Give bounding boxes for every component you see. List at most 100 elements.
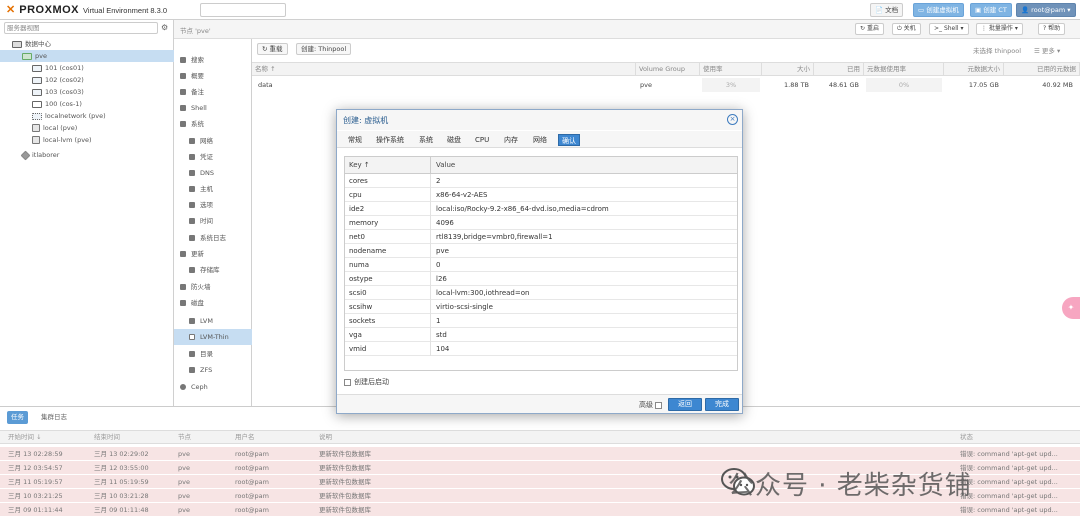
col-status[interactable]: 状态 [960,431,973,444]
table-row[interactable]: vga std [345,328,737,342]
col-meta-size[interactable]: 元数据大小 [944,63,1004,76]
help-button[interactable]: ? 帮助 [1038,23,1066,35]
table-row[interactable]: net0 rtl8139,bridge=vmbr0,firewall=1 [345,230,737,244]
tree-item-datacenter[interactable]: 数据中心 [0,38,174,50]
nav-repositories[interactable]: 存储库 [174,262,252,278]
tree-item-local-lvm[interactable]: local-lvm (pve) [0,134,174,146]
nav-lvm[interactable]: LVM [174,313,252,329]
advanced-toggle[interactable]: 高级 [639,400,665,410]
nav-network[interactable]: 网络 [174,133,252,149]
col-vg[interactable]: Volume Group [636,63,700,76]
col-user[interactable]: 用户名 [235,431,255,444]
nav-summary[interactable]: 概要 [174,68,252,84]
table-row[interactable]: memory 4096 [345,216,737,230]
nav-syslog[interactable]: 系统日志 [174,230,252,246]
reload-button[interactable]: ↻ 重载 [257,43,288,55]
task-row[interactable]: 三月 09 01:11:44 三月 09 01:11:48 pve root@p… [0,503,1080,517]
create-vm-button[interactable]: ▭ 创建虚拟机 [913,3,964,17]
nav-search[interactable]: 搜索 [174,52,252,68]
tab-general[interactable]: 常规 [345,134,365,146]
task-row[interactable]: 三月 13 02:28:59 三月 13 02:29:02 pve root@p… [0,447,1080,461]
col-description[interactable]: 说明 [319,431,332,444]
tree-item-vm-103[interactable]: 103 (cos03) [0,86,174,98]
shell-button[interactable]: >_ Shell ▾ [929,23,969,35]
create-ct-button[interactable]: ▣ 创建 CT [970,3,1012,17]
nav-ceph[interactable]: Ceph [174,379,252,395]
cell-meta-size: 17.05 GB [968,81,999,89]
col-start-time[interactable]: 开始时间 ↓ [8,431,42,444]
nav-zfs[interactable]: ZFS [174,362,252,378]
tab-cluster-log[interactable]: 集群日志 [37,411,71,424]
tree-item-tag-itlaborer[interactable]: itlaborer [0,149,174,161]
table-row[interactable]: cpu x86-64-v2-AES [345,188,737,202]
table-row[interactable]: ostype l26 [345,272,737,286]
nav-dns[interactable]: DNS [174,165,252,181]
tree-item-local[interactable]: local (pve) [0,122,174,134]
table-row[interactable]: scsihw virtio-scsi-single [345,300,737,314]
nav-firewall[interactable]: 防火墙 [174,279,252,295]
shutdown-button[interactable]: ⏻ 关机 [892,23,921,35]
nav-hosts[interactable]: 主机 [174,181,252,197]
nav-time[interactable]: 时间 [174,213,252,229]
tab-system[interactable]: 系统 [416,134,436,146]
nav-label: 防火墙 [191,283,211,291]
nav-shell[interactable]: Shell [174,100,252,116]
tree-item-node-pve[interactable]: pve [0,50,174,62]
table-row[interactable]: nodename pve [345,244,737,258]
table-row[interactable]: vmid 104 [345,342,737,356]
finish-button[interactable]: 完成 [705,398,739,411]
advanced-checkbox[interactable] [655,401,663,409]
col-meta-used[interactable]: 已用的元数据 [1004,63,1080,76]
nav-updates[interactable]: 更新 [174,246,252,262]
search-input[interactable] [200,3,286,17]
nav-notes[interactable]: 备注 [174,84,252,100]
create-thinpool-button[interactable]: 创建: Thinpool [296,43,352,55]
col-value[interactable]: Value [432,157,455,173]
col-key[interactable]: Key ↑ [345,157,431,173]
tree-item-vm-101[interactable]: 101 (cos01) [0,62,174,74]
checkbox-box[interactable] [344,378,351,386]
floating-assistant-button[interactable]: ✦ [1062,297,1080,319]
close-icon[interactable]: × [727,114,738,125]
tab-disks[interactable]: 磁盘 [444,134,464,146]
tree-item-localnetwork[interactable]: localnetwork (pve) [0,110,174,122]
gear-icon[interactable]: ⚙ [161,22,172,34]
tab-memory[interactable]: 内存 [501,134,521,146]
start-after-created-checkbox[interactable]: 创建后启动 [344,377,389,387]
tab-network[interactable]: 网络 [530,134,550,146]
tab-tasks[interactable]: 任务 [7,411,28,424]
col-meta-usage[interactable]: 元数据使用率 [864,63,944,76]
nav-label: 系统日志 [200,234,226,242]
table-row[interactable]: cores 2 [345,174,737,188]
docs-button[interactable]: 📄 文档 [870,3,904,17]
table-row[interactable]: sockets 1 [345,314,737,328]
col-name[interactable]: 名称 ↑ [252,63,636,76]
col-usage[interactable]: 使用率 [700,63,762,76]
tab-confirm[interactable]: 确认 [558,134,580,146]
tab-os[interactable]: 操作系统 [373,134,407,146]
view-select[interactable]: 服务器视图 [4,22,158,34]
nav-options[interactable]: 选项 [174,197,252,213]
back-button[interactable]: 返回 [668,398,702,411]
tab-cpu[interactable]: CPU [472,134,492,146]
table-row[interactable]: ide2 local:iso/Rocky-9.2-x86_64-dvd.iso,m… [345,202,737,216]
nav-system[interactable]: 系统 [174,116,252,132]
bulk-actions-button[interactable]: ⋮ 批量操作 ▾ [976,23,1023,35]
table-row[interactable]: scsi0 local-lvm:300,iothread=on [345,286,737,300]
tag-icon [20,150,31,160]
tree-item-vm-100[interactable]: 100 (cos-1) [0,98,174,110]
nav-directory[interactable]: 目录 [174,346,252,362]
col-node[interactable]: 节点 [178,431,191,444]
nav-disks[interactable]: 磁盘 [174,295,252,311]
col-used[interactable]: 已用 [814,63,864,76]
more-button[interactable]: ☰ 更多 ▾ [1034,45,1060,55]
col-end-time[interactable]: 结束时间 [94,431,120,444]
nav-lvm-thin[interactable]: LVM-Thin [174,329,252,345]
nav-certificates[interactable]: 凭证 [174,149,252,165]
restart-button[interactable]: ↻ 重启 [855,23,884,35]
table-row[interactable]: data pve 3% 1.88 TB 48.61 GB 0% 17.05 GB… [252,78,1080,92]
col-size[interactable]: 大小 [762,63,814,76]
user-menu-button[interactable]: 👤 root@pam ▾ [1016,3,1076,17]
table-row[interactable]: numa 0 [345,258,737,272]
tree-item-vm-102[interactable]: 102 (cos02) [0,74,174,86]
